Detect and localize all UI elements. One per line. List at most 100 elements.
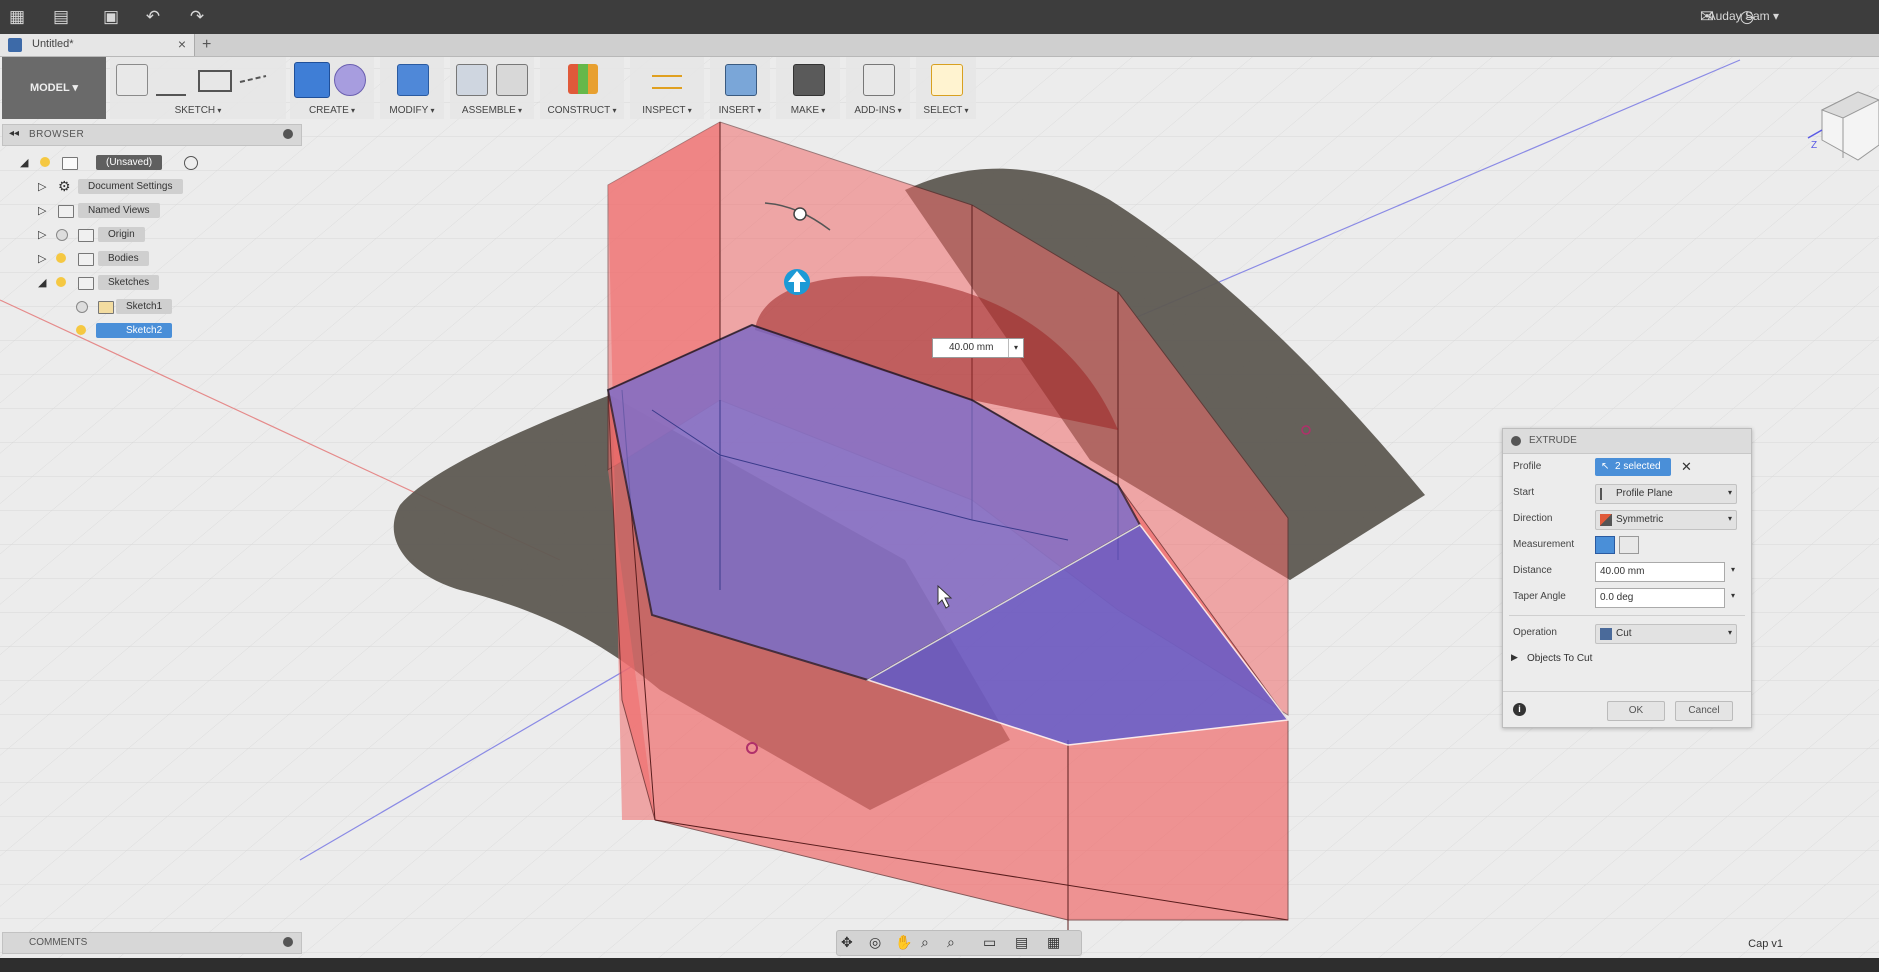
comments-pin-icon[interactable] [283,937,293,947]
line-tool-icon[interactable] [156,64,186,96]
dimension-value: 40.00 mm [949,342,994,353]
visibility-bulb-icon[interactable] [76,301,88,313]
press-pull-icon[interactable] [397,64,429,96]
component-icon [62,157,78,170]
assemble-group[interactable]: ASSEMBLE [450,57,534,119]
whole-length-icon[interactable] [1619,536,1639,554]
form-tool-icon[interactable] [334,64,366,96]
half-length-icon[interactable] [1595,536,1615,554]
ok-button[interactable]: OK [1607,701,1665,721]
select-group[interactable]: SELECT [916,57,976,119]
rectangle-tool-icon[interactable] [198,70,232,92]
expand-icon[interactable]: ▷ [38,228,46,241]
browser-item-sketches[interactable]: ◢ Sketches [38,274,198,292]
expand-icon[interactable]: ▷ [38,204,46,217]
trim-tool-icon[interactable] [238,64,268,94]
operation-select[interactable]: Cut ▾ [1595,624,1737,644]
new-tab-button[interactable]: + [202,36,211,54]
visibility-bulb-icon[interactable] [56,229,68,241]
joint-tool-icon[interactable] [496,64,528,96]
chevron-down-icon[interactable]: ▾ [1731,565,1735,574]
bottom-strip [0,958,1879,972]
cancel-button[interactable]: Cancel [1675,701,1733,721]
toolbar: MODEL ▾ SKETCH CREATE MODIFY ASSEMBLE CO… [0,57,980,119]
look-at-icon[interactable]: ◎ [869,934,887,952]
document-tab[interactable]: Untitled* × [0,34,195,56]
insert-group[interactable]: INSERT [710,57,770,119]
objects-to-cut-row[interactable]: ▶ Objects To Cut [1503,647,1751,671]
browser-root[interactable]: ◢ (Unsaved) [20,154,200,172]
sketch-group[interactable]: SKETCH [110,57,286,119]
expand-triangle-icon[interactable]: ▶ [1511,652,1518,663]
measurement-label: Measurement [1513,539,1575,550]
close-tab-icon[interactable]: × [178,36,186,52]
comments-panel-header[interactable]: COMMENTS [2,932,302,954]
viewports-icon[interactable]: ▦ [1047,934,1065,952]
extrude-tool-icon[interactable] [294,62,330,98]
visibility-bulb-icon[interactable] [56,277,66,287]
inspect-group[interactable]: INSPECT [630,57,704,119]
3d-print-icon[interactable] [793,64,825,96]
collapse-browser-icon[interactable]: ◂◂ [9,128,19,139]
start-select[interactable]: Profile Plane ▾ [1595,484,1737,504]
visibility-bulb-icon[interactable] [40,157,50,167]
grid-snaps-icon[interactable]: ▤ [1015,934,1033,952]
dialog-footer-divider [1503,691,1751,692]
fit-icon[interactable]: ⌕ [947,934,965,952]
activate-radio-icon[interactable] [184,156,198,170]
expand-root-icon[interactable]: ◢ [20,156,28,169]
info-icon[interactable]: i [1513,703,1526,716]
measure-tool-icon[interactable] [652,75,682,89]
expand-icon[interactable]: ▷ [38,252,46,265]
item-label: Sketches [98,275,160,290]
addins-group[interactable]: ADD-INS [846,57,910,119]
browser-pin-icon[interactable] [283,129,293,139]
file-menu-icon[interactable]: ▤ [50,6,72,28]
visibility-bulb-icon[interactable] [76,325,86,335]
modify-group[interactable]: MODIFY [380,57,444,119]
zoom-icon[interactable]: ⌕ [921,934,939,952]
user-account-menu[interactable]: Auday Sam [1708,9,1779,23]
pan-hand-icon[interactable]: ✋ [895,934,913,952]
extrude-arrow-manipulator [784,269,810,295]
browser-item-origin[interactable]: ▷ Origin [38,226,198,244]
browser-title: BROWSER [29,129,85,140]
browser-item-bodies[interactable]: ▷ Bodies [38,250,198,268]
scripts-addins-icon[interactable] [863,64,895,96]
distance-dimension-input[interactable]: 40.00 mm ▾ [932,338,1024,358]
offset-plane-icon[interactable] [568,64,598,94]
profile-selection-button[interactable]: ↖ 2 selected [1595,458,1671,476]
taper-angle-input[interactable]: 0.0 deg [1595,588,1725,608]
display-settings-icon[interactable]: ▭ [983,934,1001,952]
clear-selection-icon[interactable]: ✕ [1681,459,1692,475]
browser-item-sketch2[interactable]: Sketch2 [76,322,206,340]
undo-icon[interactable]: ↶ [142,6,164,28]
chevron-down-icon[interactable]: ▾ [1008,339,1023,357]
save-icon[interactable]: ▣ [100,6,122,28]
create-sketch-icon[interactable] [116,64,148,96]
expand-icon[interactable]: ▷ [38,180,46,193]
direction-select[interactable]: Symmetric ▾ [1595,510,1737,530]
chevron-down-icon[interactable]: ▾ [1731,591,1735,600]
app-grid-icon[interactable]: ▦ [6,6,28,28]
extrude-dialog-header[interactable]: EXTRUDE [1503,429,1751,454]
redo-icon[interactable]: ↷ [186,6,208,28]
workspace-switcher[interactable]: MODEL ▾ [2,57,106,119]
start-row: Start Profile Plane ▾ [1503,481,1751,505]
insert-image-icon[interactable] [725,64,757,96]
select-tool-icon[interactable] [931,64,963,96]
collapse-icon[interactable]: ◢ [38,276,46,289]
browser-item-sketch1[interactable]: Sketch1 [76,298,206,316]
make-group[interactable]: MAKE [776,57,840,119]
visibility-bulb-icon[interactable] [56,253,66,263]
dialog-collapse-icon[interactable] [1511,436,1521,446]
create-group[interactable]: CREATE [290,57,374,119]
distance-input[interactable]: 40.00 mm [1595,562,1725,582]
construct-group[interactable]: CONSTRUCT [540,57,624,119]
browser-item-document-settings[interactable]: ▷ ⚙ Document Settings [38,178,198,196]
operation-row: Operation Cut ▾ [1503,621,1751,645]
browser-panel-header[interactable]: ◂◂ BROWSER [2,124,302,146]
orbit-icon[interactable]: ✥ [841,934,859,952]
browser-item-named-views[interactable]: ▷ Named Views [38,202,198,220]
new-component-icon[interactable] [456,64,488,96]
